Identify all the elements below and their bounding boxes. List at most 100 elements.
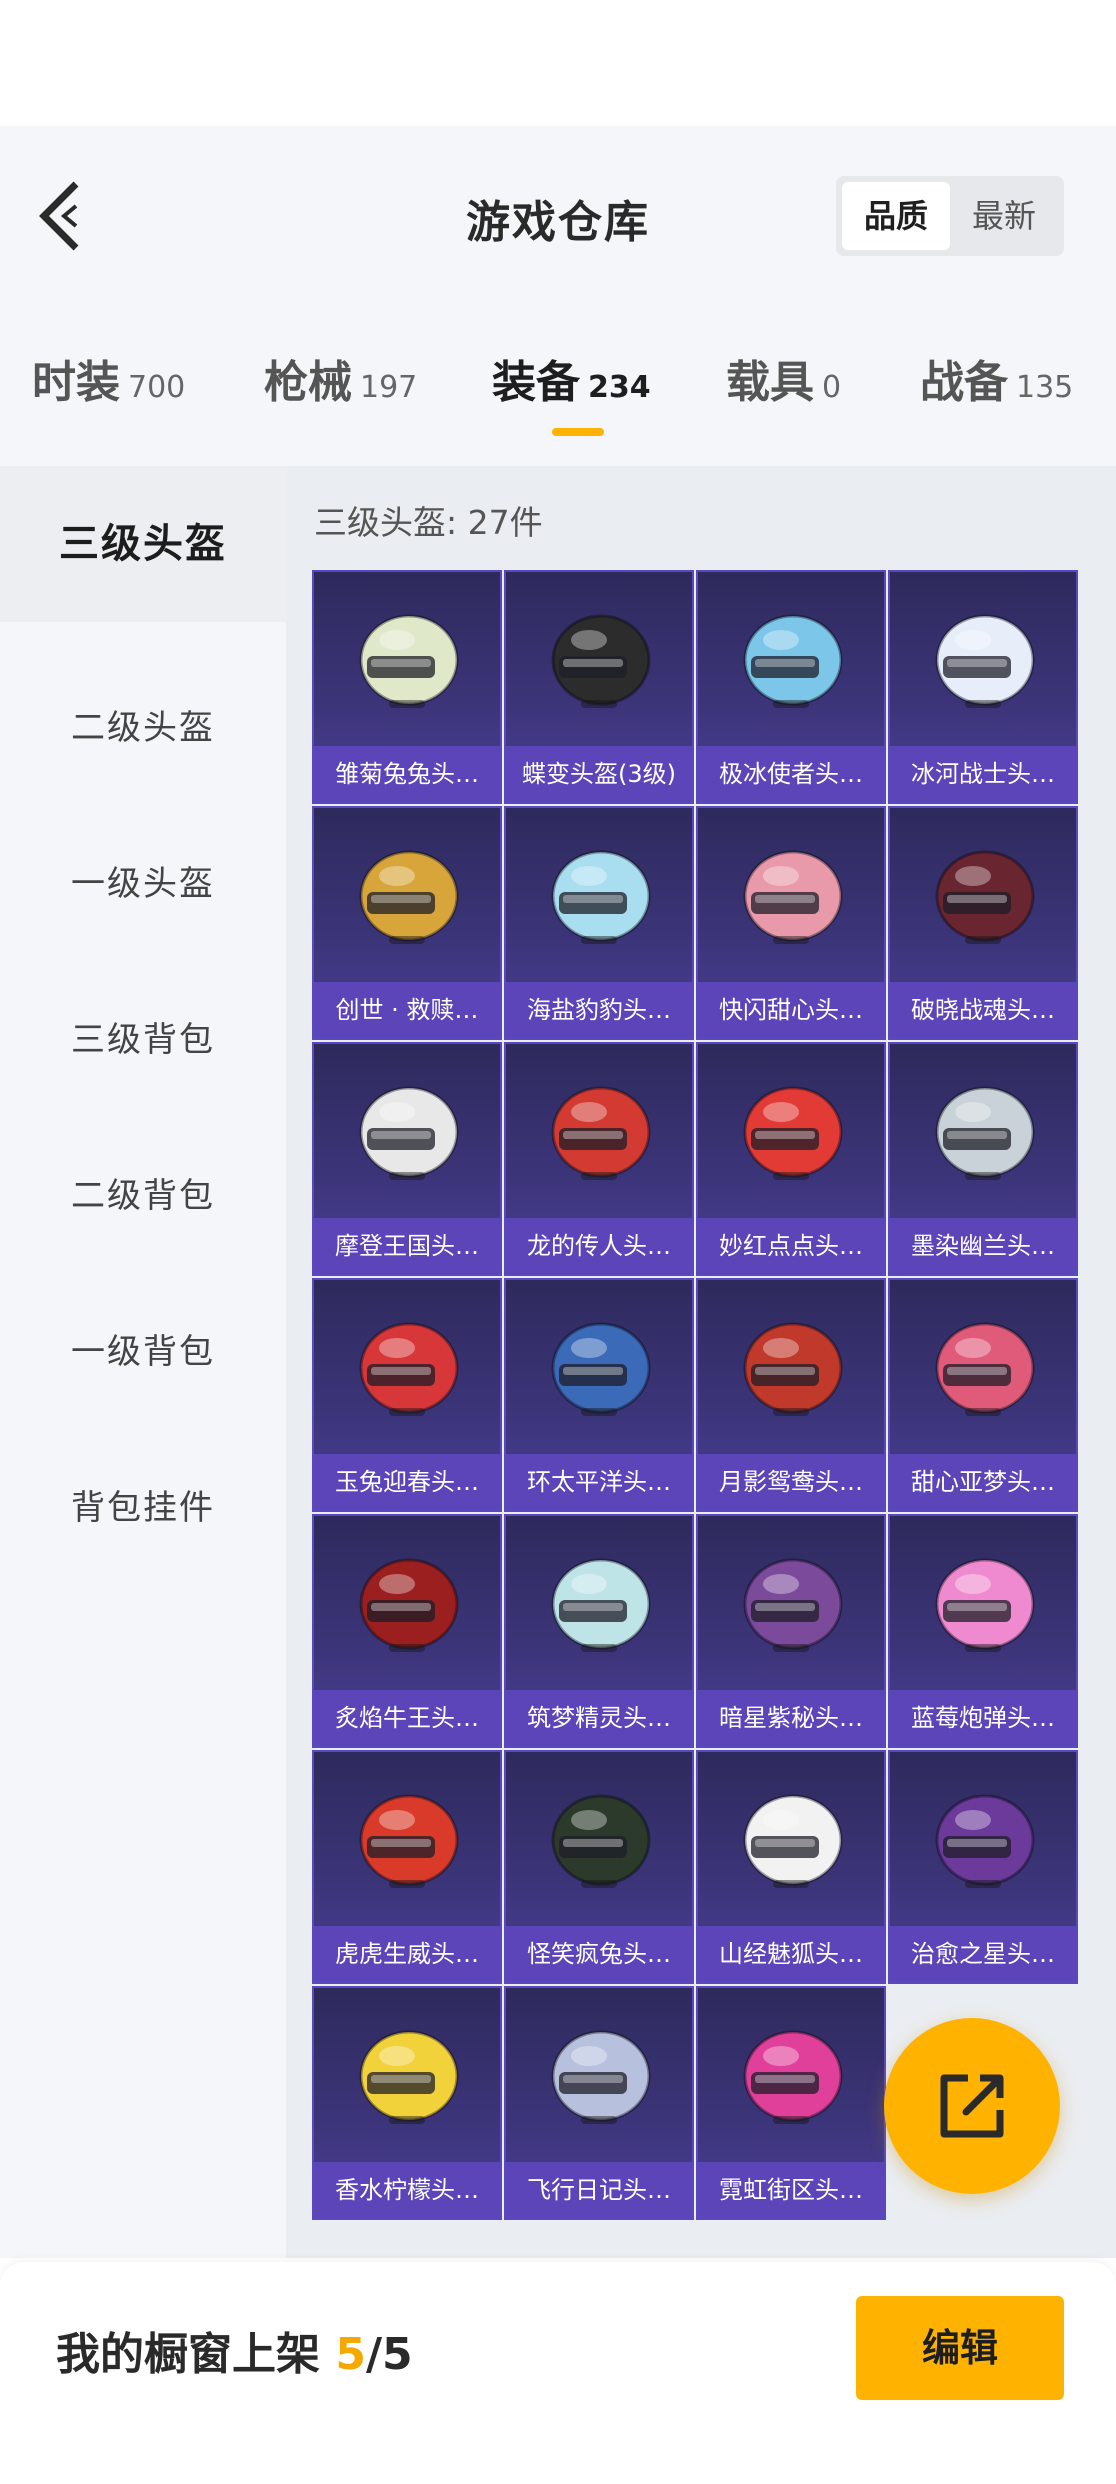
sidebar-item-level1-backpack[interactable]: 一级背包 (0, 1322, 286, 1382)
inventory-item-card[interactable]: 破晓战魂头… (888, 806, 1078, 1040)
showcase-status: 我的橱窗上架 5/5 (56, 2318, 413, 2382)
item-name: 冰河战士头… (890, 746, 1076, 802)
inventory-item-card[interactable]: 极冰使者头… (696, 570, 886, 804)
inventory-item-card[interactable]: 香水柠檬头… (312, 1986, 502, 2220)
item-name: 龙的传人头… (506, 1218, 692, 1274)
item-name: 极冰使者头… (698, 746, 884, 802)
helmet-icon (935, 1558, 1035, 1652)
sidebar-item-level2-backpack[interactable]: 二级背包 (0, 1166, 286, 1226)
active-tab-indicator (552, 428, 604, 436)
inventory-item-card[interactable]: 虎虎生威头… (312, 1750, 502, 1984)
helmet-icon (551, 1322, 651, 1416)
helmet-icon (359, 1558, 459, 1652)
inventory-item-card[interactable]: 蝶变头盔(3级) (504, 570, 694, 804)
item-name: 摩登王国头… (314, 1218, 500, 1274)
inventory-item-card[interactable]: 暗星紫秘头… (696, 1514, 886, 1748)
sidebar-item-level3-helmet[interactable]: 三级头盔 (0, 466, 286, 622)
inventory-item-card[interactable]: 创世 · 救赎… (312, 806, 502, 1040)
item-name: 暗星紫秘头… (698, 1690, 884, 1746)
helmet-icon (551, 1086, 651, 1180)
tab-count: 0 (822, 370, 842, 405)
helmet-icon (359, 1322, 459, 1416)
helmet-icon (551, 2030, 651, 2124)
helmet-icon (743, 1794, 843, 1888)
inventory-item-card[interactable]: 怪笑疯兔头… (504, 1750, 694, 1984)
item-name: 创世 · 救赎… (314, 982, 500, 1038)
helmet-icon (743, 2030, 843, 2124)
category-tabs: 时装 700 枪械 197 装备 234 载具 0 战备 135 (0, 346, 1116, 436)
helmet-icon (551, 1794, 651, 1888)
tab-gear[interactable]: 战备 135 (920, 346, 1073, 410)
inventory-item-card[interactable]: 墨染幽兰头… (888, 1042, 1078, 1276)
inventory-item-card[interactable]: 蓝莓炮弹头… (888, 1514, 1078, 1748)
inventory-item-card[interactable]: 玉兔迎春头… (312, 1278, 502, 1512)
sidebar-item-backpack-charm[interactable]: 背包挂件 (0, 1478, 286, 1538)
tab-label: 时装 (32, 357, 120, 408)
inventory-item-card[interactable]: 山经魅狐头… (696, 1750, 886, 1984)
sort-latest-button[interactable]: 最新 (950, 182, 1058, 250)
item-name: 快闪甜心头… (698, 982, 884, 1038)
item-name: 雏菊兔兔头… (314, 746, 500, 802)
inventory-item-card[interactable]: 妙红点点头… (696, 1042, 886, 1276)
item-name: 虎虎生威头… (314, 1926, 500, 1982)
tab-firearms[interactable]: 枪械 197 (264, 346, 417, 410)
helmet-icon (935, 1322, 1035, 1416)
inventory-item-card[interactable]: 快闪甜心头… (696, 806, 886, 1040)
item-name: 炙焰牛王头… (314, 1690, 500, 1746)
inventory-item-card[interactable]: 雏菊兔兔头… (312, 570, 502, 804)
sort-toggle: 品质 最新 (836, 176, 1064, 256)
tab-count: 700 (128, 370, 186, 405)
share-external-icon (940, 2074, 1004, 2138)
tab-vehicles[interactable]: 载具 0 (726, 346, 841, 410)
inventory-item-card[interactable]: 霓虹街区头… (696, 1986, 886, 2220)
inventory-item-card[interactable]: 甜心亚梦头… (888, 1278, 1078, 1512)
inventory-item-card[interactable]: 摩登王国头… (312, 1042, 502, 1276)
item-name: 霓虹街区头… (698, 2162, 884, 2218)
item-name: 妙红点点头… (698, 1218, 884, 1274)
helmet-icon (359, 614, 459, 708)
inventory-item-card[interactable]: 冰河战士头… (888, 570, 1078, 804)
item-name: 海盐豹豹头… (506, 982, 692, 1038)
helmet-icon (935, 850, 1035, 944)
item-name: 甜心亚梦头… (890, 1454, 1076, 1510)
inventory-item-card[interactable]: 龙的传人头… (504, 1042, 694, 1276)
share-fab-button[interactable] (884, 2018, 1060, 2194)
helmet-icon (551, 1558, 651, 1652)
helmet-icon (743, 614, 843, 708)
item-name: 怪笑疯兔头… (506, 1926, 692, 1982)
showcase-current-count: 5 (335, 2329, 366, 2380)
sort-quality-button[interactable]: 品质 (842, 182, 950, 250)
helmet-icon (359, 2030, 459, 2124)
sidebar-item-level1-helmet[interactable]: 一级头盔 (0, 854, 286, 914)
helmet-icon (935, 614, 1035, 708)
tab-equipment[interactable]: 装备 234 (492, 346, 651, 410)
item-name: 香水柠檬头… (314, 2162, 500, 2218)
tab-fashion[interactable]: 时装 700 (32, 346, 185, 410)
item-name: 月影鸳鸯头… (698, 1454, 884, 1510)
inventory-item-card[interactable]: 飞行日记头… (504, 1986, 694, 2220)
item-name: 玉兔迎春头… (314, 1454, 500, 1510)
helmet-icon (359, 850, 459, 944)
helmet-icon (551, 850, 651, 944)
inventory-item-card[interactable]: 月影鸳鸯头… (696, 1278, 886, 1512)
showcase-total-count: /5 (365, 2329, 413, 2380)
helmet-icon (551, 614, 651, 708)
sidebar-item-level2-helmet[interactable]: 二级头盔 (0, 698, 286, 758)
tab-count: 135 (1016, 370, 1074, 405)
inventory-item-card[interactable]: 环太平洋头… (504, 1278, 694, 1512)
inventory-item-card[interactable]: 治愈之星头… (888, 1750, 1078, 1984)
showcase-label: 我的橱窗上架 (56, 2329, 320, 2380)
tab-label: 装备 (492, 357, 580, 408)
edit-button[interactable]: 编辑 (856, 2296, 1064, 2400)
helmet-icon (359, 1794, 459, 1888)
helmet-icon (743, 1322, 843, 1416)
item-name: 破晓战魂头… (890, 982, 1076, 1038)
tab-label: 枪械 (264, 357, 352, 408)
item-name: 治愈之星头… (890, 1926, 1076, 1982)
inventory-item-card[interactable]: 海盐豹豹头… (504, 806, 694, 1040)
inventory-item-card[interactable]: 炙焰牛王头… (312, 1514, 502, 1748)
sidebar: 三级头盔 二级头盔 一级头盔 三级背包 二级背包 一级背包 背包挂件 (0, 466, 286, 2258)
sidebar-item-level3-backpack[interactable]: 三级背包 (0, 1010, 286, 1070)
item-name: 山经魅狐头… (698, 1926, 884, 1982)
inventory-item-card[interactable]: 筑梦精灵头… (504, 1514, 694, 1748)
